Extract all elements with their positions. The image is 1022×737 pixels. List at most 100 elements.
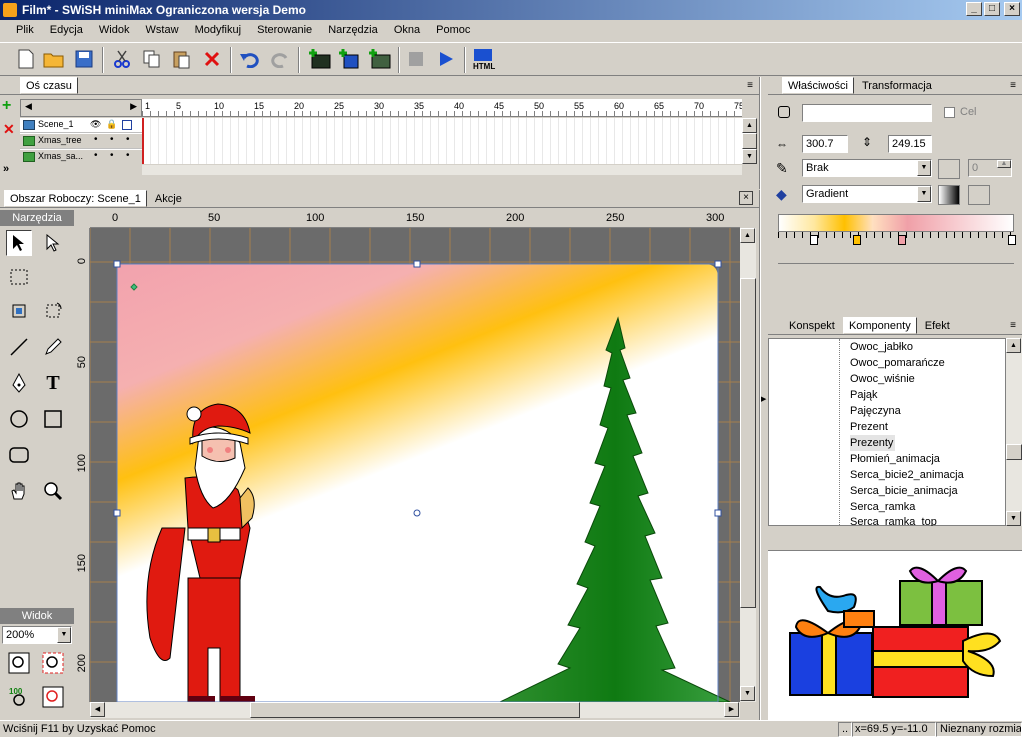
list-item[interactable]: Prezent [850, 419, 888, 435]
list-item[interactable]: Serca_ramka [850, 499, 915, 515]
panel-splitter[interactable]: ▶ [760, 77, 767, 720]
visibility-icon[interactable]: 👁 [90, 119, 101, 130]
zoom-scene-icon[interactable] [40, 684, 66, 710]
tab-components[interactable]: Komponenty [842, 317, 917, 334]
text-tool-icon[interactable]: T [40, 370, 66, 396]
undo-icon[interactable] [238, 47, 262, 71]
scroll-right-icon[interactable]: ▶ [130, 101, 137, 112]
gradient-bar[interactable] [778, 214, 1014, 232]
line-color-swatch[interactable] [938, 159, 960, 179]
chevron-down-icon[interactable]: ▼ [57, 627, 71, 643]
tab-properties[interactable]: Właściwości [782, 77, 854, 94]
list-item[interactable]: Serca_bicie_animacja [850, 483, 958, 499]
rectangle-tool-icon[interactable] [40, 406, 66, 432]
scroll-up-icon[interactable]: ▲ [1006, 338, 1021, 353]
list-item[interactable]: Serca_ramka_top [850, 515, 937, 526]
components-v-scrollbar[interactable]: ▲ ▼ [1006, 338, 1022, 526]
gradient-stop[interactable] [853, 235, 861, 245]
list-item-selected[interactable]: Prezenty [850, 435, 896, 451]
width-input[interactable]: 300.7 [802, 135, 848, 153]
save-icon[interactable] [72, 47, 96, 71]
ellipse-tool-icon[interactable] [6, 406, 32, 432]
line-width-input[interactable]: 0 ▲ [968, 159, 1012, 177]
list-item[interactable]: Pająk [850, 387, 878, 403]
tab-actions[interactable]: Akcje [150, 191, 187, 208]
gradient-options-icon[interactable] [968, 185, 990, 205]
pen-tool-icon[interactable] [6, 370, 32, 396]
list-item[interactable]: Owoc_pomarańcze [850, 355, 945, 371]
v-scroll-thumb[interactable] [740, 278, 756, 608]
line-tool-icon[interactable] [6, 334, 32, 360]
play-icon[interactable] [434, 47, 458, 71]
scroll-up-icon[interactable]: ▲ [740, 228, 755, 243]
scroll-up-button[interactable]: ▲ [742, 118, 757, 133]
panel-menu-icon[interactable]: ≡ [747, 77, 753, 95]
v-scrollbar-thumb[interactable] [742, 133, 757, 149]
zoom-selection-icon[interactable] [40, 650, 66, 676]
zoom-100-icon[interactable]: 100 [6, 684, 32, 710]
v-scroll-thumb[interactable] [1006, 444, 1022, 460]
cut-icon[interactable] [110, 47, 134, 71]
layer-row[interactable]: Xmas_sa... • • • [20, 150, 142, 164]
list-item[interactable]: Owoc_wiśnie [850, 371, 915, 387]
menu-okna[interactable]: Okna [394, 24, 420, 36]
scroll-left-icon[interactable]: ◀ [90, 702, 105, 717]
tab-effect[interactable]: Efekt [920, 318, 955, 335]
stop-icon[interactable] [404, 47, 428, 71]
delete-icon[interactable] [200, 47, 224, 71]
height-input[interactable]: 249.15 [888, 135, 932, 153]
gradient-stop[interactable] [898, 235, 906, 245]
menu-pomoc[interactable]: Pomoc [436, 24, 470, 36]
tab-outline[interactable]: Konspekt [784, 318, 840, 335]
menu-plik[interactable]: Plik [16, 24, 34, 36]
insert-object-icon[interactable] [338, 47, 362, 71]
zoom-combo[interactable]: 200% ▼ [2, 626, 72, 644]
scroll-down-icon[interactable]: ▼ [740, 686, 755, 701]
panel-menu-icon[interactable]: ≡ [1010, 77, 1016, 95]
name-input[interactable] [802, 104, 932, 122]
chevron-down-icon[interactable]: ▼ [917, 186, 931, 202]
pencil-tool-icon[interactable] [40, 334, 66, 360]
zoom-fit-icon[interactable] [6, 650, 32, 676]
panel-menu-icon[interactable]: ≡ [1010, 317, 1016, 335]
list-item[interactable]: Płomień_animacja [850, 451, 940, 467]
menu-sterowanie[interactable]: Sterowanie [257, 24, 312, 36]
gradient-stop[interactable] [810, 235, 818, 245]
group-select-icon[interactable] [6, 264, 32, 290]
menu-modyfikuj[interactable]: Modyfikuj [195, 24, 241, 36]
scroll-right-icon[interactable]: ▶ [724, 702, 739, 717]
transform-tool-icon[interactable] [6, 298, 32, 324]
maximize-button[interactable]: □ [984, 2, 1000, 16]
close-button[interactable]: × [1004, 2, 1020, 16]
workspace-v-scrollbar[interactable]: ▲ ▼ [740, 228, 756, 702]
menu-edycja[interactable]: Edycja [50, 24, 83, 36]
spin-up-icon[interactable]: ▲ [997, 160, 1011, 168]
export-html-icon[interactable]: HTML [472, 47, 496, 71]
frames-grid[interactable] [142, 118, 742, 164]
new-file-icon[interactable] [14, 47, 38, 71]
select-tool-icon[interactable] [6, 230, 32, 256]
chevron-down-icon[interactable]: ▼ [917, 160, 931, 176]
h-scroll-thumb[interactable] [250, 702, 580, 718]
rounded-rect-tool-icon[interactable] [6, 442, 32, 468]
menu-wstaw[interactable]: Wstaw [146, 24, 179, 36]
layer-row[interactable]: Scene_1 👁 🔒 [20, 118, 142, 133]
workspace-h-scrollbar[interactable]: ◀ ▶ [90, 702, 740, 718]
redo-icon[interactable] [268, 47, 292, 71]
h-scrollbar[interactable] [142, 165, 742, 175]
hand-tool-icon[interactable] [6, 478, 32, 504]
paste-icon[interactable] [170, 47, 194, 71]
rotate-tool-icon[interactable] [40, 298, 66, 324]
list-item[interactable]: Serca_bicie2_animacja [850, 467, 964, 483]
list-item[interactable]: Owoc_jabłko [850, 339, 913, 355]
delete-layer-icon[interactable]: ✕ [3, 121, 15, 138]
add-layer-icon[interactable]: + [2, 98, 18, 115]
insert-movie-icon[interactable] [368, 47, 392, 71]
list-item[interactable]: Pajęczyna [850, 403, 901, 419]
tab-timeline[interactable]: Oś czasu [20, 77, 78, 94]
splitter-arrow-icon[interactable]: ▶ [761, 395, 766, 403]
scroll-down-icon[interactable]: ▼ [1006, 511, 1021, 526]
tab-transform[interactable]: Transformacja [857, 78, 937, 95]
menu-narzedzia[interactable]: Narzędzia [328, 24, 378, 36]
layer-row[interactable]: Xmas_tree • • • [20, 134, 142, 149]
